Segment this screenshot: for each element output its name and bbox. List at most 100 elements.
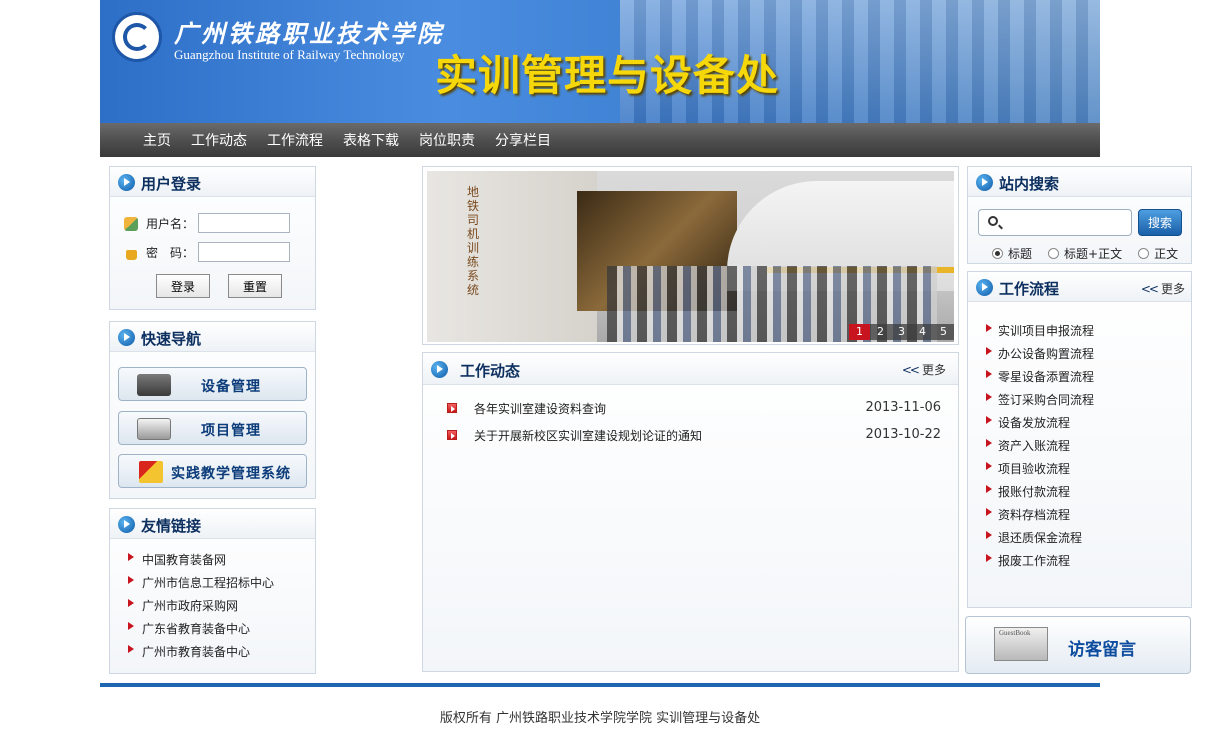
search-panel: 站内搜索 搜索 标题 标题+正文 正文 (967, 166, 1192, 264)
arrow-bullet-icon (118, 329, 135, 346)
workflow-item-text: 退还质保金流程 (998, 531, 1083, 545)
red-arrow-icon (128, 622, 134, 630)
red-arrow-icon (128, 599, 134, 607)
wall-sign-text: 地铁司机训练系统 (467, 185, 480, 297)
radio-label: 标题 (1008, 247, 1033, 261)
school-name-en: Guangzhou Institute of Railway Technolog… (174, 47, 405, 62)
news-item[interactable]: 关于开展新校区实训室建设规划论证的通知 2013-10-22 (445, 426, 941, 453)
workflow-item[interactable]: 报账付款流程 (984, 483, 1094, 506)
reset-button[interactable]: 重置 (228, 274, 282, 298)
double-chevron-left-icon: << (1140, 282, 1159, 296)
guestbook-button[interactable]: GuestBook 访客留言 (965, 616, 1191, 674)
nav-item-home[interactable]: 主页 (143, 130, 171, 150)
link-text: 广州市信息工程招标中心 (142, 576, 275, 590)
red-arrow-icon (128, 576, 134, 584)
lock-icon (126, 249, 137, 260)
login-header: 用户登录 (110, 167, 315, 197)
footer: 版权所有 广州铁路职业技术学院学院 实训管理与设备处 (100, 683, 1100, 752)
nav-item-duties[interactable]: 岗位职责 (419, 130, 475, 150)
search-title: 站内搜索 (999, 175, 1060, 193)
teaching-system-button[interactable]: 实践教学管理系统 (118, 454, 307, 488)
password-row: 密 码： (124, 242, 290, 262)
photo-wall (427, 171, 597, 342)
news-item[interactable]: 各年实训室建设资料查询 2013-11-06 (445, 399, 941, 426)
workflow-item[interactable]: 零星设备添置流程 (984, 368, 1094, 391)
workflow-item-text: 资产入账流程 (998, 439, 1071, 453)
news-item-date: 2013-10-22 (865, 427, 941, 442)
news-title: 工作动态 (460, 362, 521, 380)
guestbook-icon: GuestBook (994, 627, 1048, 661)
workflow-item-text: 办公设备购置流程 (998, 347, 1095, 361)
project-management-button[interactable]: 项目管理 (118, 411, 307, 445)
password-input[interactable] (198, 242, 290, 262)
red-arrow-box-icon (447, 430, 457, 440)
red-arrow-icon (986, 508, 992, 516)
red-arrow-icon (128, 553, 134, 561)
workflow-item[interactable]: 退还质保金流程 (984, 529, 1094, 552)
slider-photo: 地铁司机训练系统 (427, 171, 954, 342)
link-item[interactable]: 广州市教育装备中心 (126, 643, 274, 666)
red-arrow-box-icon (447, 403, 457, 413)
slider-page-3[interactable]: 3 (891, 324, 912, 340)
search-box (978, 209, 1132, 236)
workflow-item[interactable]: 签订采购合同流程 (984, 391, 1094, 414)
workflow-item[interactable]: 项目验收流程 (984, 460, 1094, 483)
link-item[interactable]: 广东省教育装备中心 (126, 620, 274, 643)
link-text: 广东省教育装备中心 (142, 622, 251, 636)
red-arrow-icon (986, 485, 992, 493)
project-management-label: 项目管理 (201, 423, 261, 439)
link-item[interactable]: 广州市信息工程招标中心 (126, 574, 274, 597)
username-input[interactable] (198, 213, 290, 233)
search-button[interactable]: 搜索 (1138, 209, 1182, 236)
workflow-item[interactable]: 办公设备购置流程 (984, 345, 1094, 368)
radio-body[interactable]: 正文 (1138, 245, 1178, 262)
radio-icon (1138, 248, 1150, 259)
quick-nav-title: 快速导航 (141, 330, 202, 348)
radio-icon (1048, 248, 1060, 259)
quick-nav-header: 快速导航 (110, 322, 315, 352)
double-chevron-left-icon: << (901, 363, 920, 377)
news-item-title: 各年实训室建设资料查询 (474, 402, 607, 416)
workflow-item[interactable]: 报废工作流程 (984, 552, 1094, 575)
news-more-text: 更多 (921, 363, 946, 377)
workflow-item[interactable]: 资料存档流程 (984, 506, 1094, 529)
red-arrow-icon (986, 324, 992, 332)
links-title: 友情链接 (141, 517, 202, 535)
slider-page-2[interactable]: 2 (870, 324, 891, 340)
radio-title-body[interactable]: 标题+正文 (1048, 245, 1122, 262)
news-panel: 工作动态 << 更多 各年实训室建设资料查询 2013-11-06 关于开展新校区… (422, 352, 959, 672)
quick-nav-panel: 快速导航 设备管理 项目管理 实践教学管理系统 (109, 321, 316, 499)
nav-item-news[interactable]: 工作动态 (191, 130, 247, 150)
workflow-item-text: 零星设备添置流程 (998, 370, 1095, 384)
link-item[interactable]: 中国教育装备网 (126, 551, 274, 574)
workflow-item[interactable]: 资产入账流程 (984, 437, 1094, 460)
slider-page-5[interactable]: 5 (933, 324, 954, 340)
news-item-title: 关于开展新校区实训室建设规划论证的通知 (474, 429, 703, 443)
workflow-more-link[interactable]: << 更多 (1141, 280, 1185, 297)
workflow-item[interactable]: 实训项目申报流程 (984, 322, 1094, 345)
link-item[interactable]: 广州市政府采购网 (126, 597, 274, 620)
login-button[interactable]: 登录 (156, 274, 210, 298)
red-arrow-icon (986, 347, 992, 355)
arrow-bullet-icon (118, 174, 135, 191)
nav-item-share[interactable]: 分享栏目 (495, 130, 551, 150)
school-logo-icon (112, 12, 162, 62)
news-more-link[interactable]: << 更多 (902, 361, 946, 378)
nav-item-downloads[interactable]: 表格下载 (343, 130, 399, 150)
workflow-more-text: 更多 (1160, 282, 1185, 296)
workflow-item-text: 报账付款流程 (998, 485, 1071, 499)
workflow-item-text: 资料存档流程 (998, 508, 1071, 522)
search-input[interactable] (1005, 213, 1127, 232)
slider-page-1[interactable]: 1 (849, 324, 870, 340)
news-header: 工作动态 << 更多 (423, 353, 958, 385)
workflow-item[interactable]: 设备发放流程 (984, 414, 1094, 437)
link-text: 中国教育装备网 (142, 553, 227, 567)
radio-title[interactable]: 标题 (992, 245, 1032, 262)
image-slider: 地铁司机训练系统 1 2 3 4 5 (422, 166, 959, 345)
slider-page-4[interactable]: 4 (912, 324, 933, 340)
news-item-date: 2013-11-06 (865, 400, 941, 415)
equipment-management-button[interactable]: 设备管理 (118, 367, 307, 401)
nav-item-workflow[interactable]: 工作流程 (267, 130, 323, 150)
workflow-item-text: 报废工作流程 (998, 554, 1071, 568)
workflow-item-text: 设备发放流程 (998, 416, 1071, 430)
